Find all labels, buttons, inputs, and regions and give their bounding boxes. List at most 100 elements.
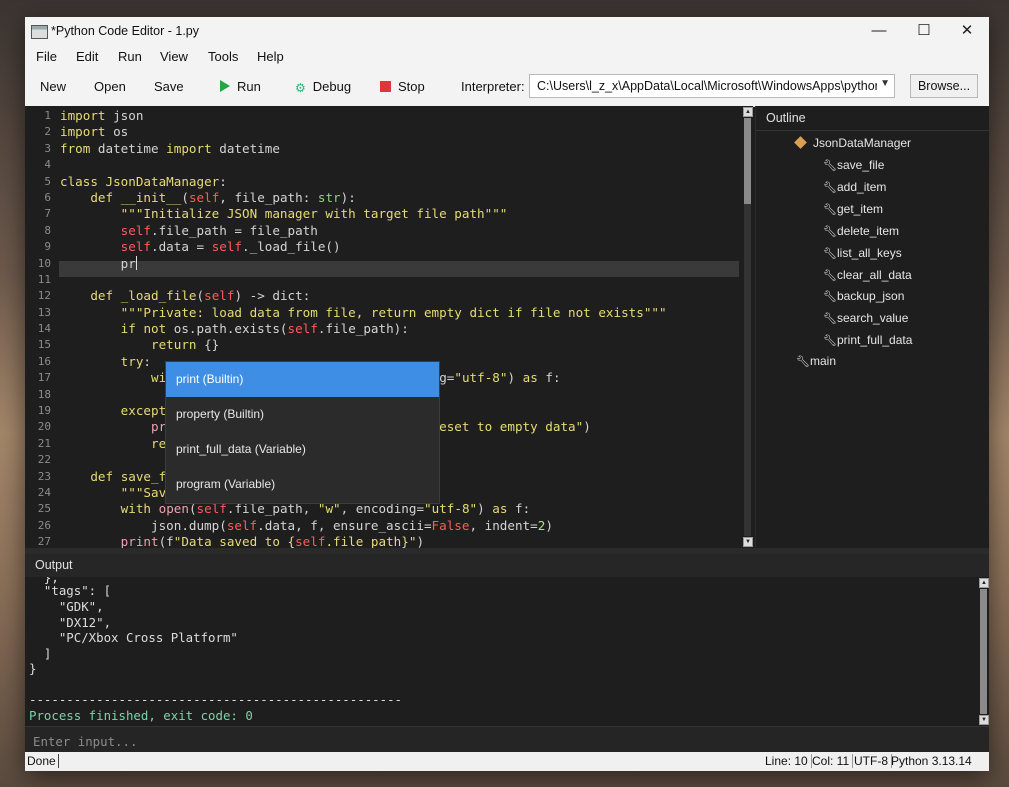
completion-item[interactable]: program (Variable) xyxy=(166,467,439,502)
line-number: 23 xyxy=(37,470,51,483)
outline-method-item[interactable]: 🔧︎save_file xyxy=(823,158,884,172)
stop-icon xyxy=(380,81,391,92)
outline-class-label: JsonDataManager xyxy=(813,136,912,150)
line-number: 4 xyxy=(44,158,51,171)
outline-method-item[interactable]: 🔧︎add_item xyxy=(823,180,886,194)
scroll-thumb[interactable] xyxy=(980,589,987,714)
interpreter-select[interactable]: C:\Users\l_z_x\AppData\Local\Microsoft\W… xyxy=(529,74,895,98)
code-line: print(f"Data saved to {self.file_path}") xyxy=(120,534,425,548)
line-number: 26 xyxy=(37,519,51,532)
output-line: ] xyxy=(29,646,52,661)
line-number: 2 xyxy=(44,125,51,138)
line-number: 25 xyxy=(37,502,51,515)
code-line: try: xyxy=(120,354,152,369)
code-editor[interactable]: import json import os from datetime impo… xyxy=(25,106,742,548)
menu-bar: File Edit Run View Tools Help xyxy=(25,45,989,68)
run-button[interactable]: Run xyxy=(220,79,261,94)
stop-button[interactable]: Stop xyxy=(380,79,425,94)
menu-tools[interactable]: Tools xyxy=(208,49,238,64)
menu-run[interactable]: Run xyxy=(118,49,142,64)
output-console: }, "tags": [ "GDK", "DX12", "PC/Xbox Cro… xyxy=(25,577,978,726)
line-number: 19 xyxy=(37,404,51,417)
line-number: 17 xyxy=(37,371,51,384)
outline-function-label: main xyxy=(810,354,837,368)
line-number: 12 xyxy=(37,289,51,302)
debug-button[interactable]: ⚙ Debug xyxy=(295,79,351,95)
code-line: import json xyxy=(60,108,144,123)
chevron-down-icon: ▼ xyxy=(880,78,890,89)
outline-method-label: clear_all_data xyxy=(837,267,912,282)
console-input[interactable] xyxy=(31,730,975,752)
window-title: *Python Code Editor - 1.py xyxy=(51,24,199,38)
editor-window: *Python Code Editor - 1.py — ☐ ✕ File Ed… xyxy=(25,17,989,771)
scroll-down-icon[interactable]: ▼ xyxy=(743,537,753,547)
scroll-up-icon[interactable]: ▲ xyxy=(979,578,989,588)
outline-method-item[interactable]: 🔧︎backup_json xyxy=(823,289,904,303)
line-number: 6 xyxy=(44,191,51,204)
interpreter-value: C:\Users\l_z_x\AppData\Local\Microsoft\W… xyxy=(537,79,877,93)
outline-function-item[interactable]: 🔧︎main xyxy=(796,354,836,368)
outline-class-item[interactable]: JsonDataManager xyxy=(794,136,912,150)
code-line: import os xyxy=(60,124,129,139)
outline-method-label: save_file xyxy=(837,158,885,172)
outline-method-label: delete_item xyxy=(837,223,900,238)
outline-method-item[interactable]: 🔧︎search_value xyxy=(823,311,908,325)
status-col: Col: 11 xyxy=(812,754,854,768)
method-icon: 🔧︎ xyxy=(823,269,837,282)
outline-method-item[interactable]: 🔧︎clear_all_data xyxy=(823,268,912,282)
outline-method-label: add_item xyxy=(837,179,887,194)
minimize-button[interactable]: — xyxy=(857,17,901,45)
completion-item[interactable]: print (Builtin) xyxy=(166,362,439,397)
method-icon: 🔧︎ xyxy=(823,291,837,304)
status-message: Done xyxy=(27,754,59,768)
output-scrollbar[interactable]: ▲ ▼ xyxy=(978,577,989,726)
editor-scrollbar[interactable]: ▲ ▼ xyxy=(742,106,753,548)
browse-button[interactable]: Browse... xyxy=(910,74,978,98)
code-line: if not os.path.exists(self.file_path): xyxy=(120,321,409,336)
outline-method-item[interactable]: 🔧︎delete_item xyxy=(823,224,899,238)
output-title: Output xyxy=(25,554,989,578)
line-number: 10 xyxy=(37,257,51,270)
line-number: 5 xyxy=(44,175,51,188)
outline-method-label: backup_json xyxy=(837,289,905,304)
menu-edit[interactable]: Edit xyxy=(76,49,98,64)
output-line: "DX12", xyxy=(29,615,112,630)
console-input-row xyxy=(25,726,989,753)
save-button[interactable]: Save xyxy=(154,79,184,94)
title-bar: *Python Code Editor - 1.py — ☐ ✕ xyxy=(25,17,989,45)
line-number: 18 xyxy=(37,388,51,401)
outline-method-item[interactable]: 🔧︎print_full_data xyxy=(823,333,912,347)
maximize-button[interactable]: ☐ xyxy=(902,17,946,45)
menu-view[interactable]: View xyxy=(160,49,188,64)
scroll-up-icon[interactable]: ▲ xyxy=(743,107,753,117)
autocomplete-popup: print (Builtin) property (Builtin) print… xyxy=(165,361,440,504)
menu-help[interactable]: Help xyxy=(257,49,284,64)
line-number: 14 xyxy=(37,322,51,335)
code-line: json.dump(self.data, f, ensure_ascii=Fal… xyxy=(60,518,553,533)
scroll-down-icon[interactable]: ▼ xyxy=(979,715,989,725)
run-label: Run xyxy=(237,79,261,94)
completion-item[interactable]: print_full_data (Variable) xyxy=(166,432,439,467)
method-icon: 🔧︎ xyxy=(823,335,837,348)
method-icon: 🔧︎ xyxy=(823,160,837,172)
toolbar: New Open Save Run ⚙ Debug Stop Interprete… xyxy=(25,68,989,107)
line-number: 13 xyxy=(37,306,51,319)
menu-file[interactable]: File xyxy=(36,49,57,64)
output-exit-status: Process finished, exit code: 0 xyxy=(29,708,253,723)
method-icon: 🔧︎ xyxy=(823,203,837,216)
status-python-version: Python 3.13.14 xyxy=(891,754,972,768)
new-button[interactable]: New xyxy=(40,79,66,94)
output-separator: ----------------------------------------… xyxy=(29,692,402,707)
line-number: 22 xyxy=(37,453,51,466)
close-button[interactable]: ✕ xyxy=(945,17,989,45)
status-encoding: UTF-8 xyxy=(854,754,892,768)
function-icon: 🔧︎ xyxy=(796,356,810,368)
scroll-thumb[interactable] xyxy=(744,118,751,204)
completion-item[interactable]: property (Builtin) xyxy=(166,397,439,432)
status-line: Line: 10 xyxy=(765,754,812,768)
open-button[interactable]: Open xyxy=(94,79,126,94)
outline-method-item[interactable]: 🔧︎list_all_keys xyxy=(823,246,902,260)
outline-method-item[interactable]: 🔧︎get_item xyxy=(823,202,883,216)
line-number: 27 xyxy=(37,535,51,548)
output-line: } xyxy=(29,661,37,676)
